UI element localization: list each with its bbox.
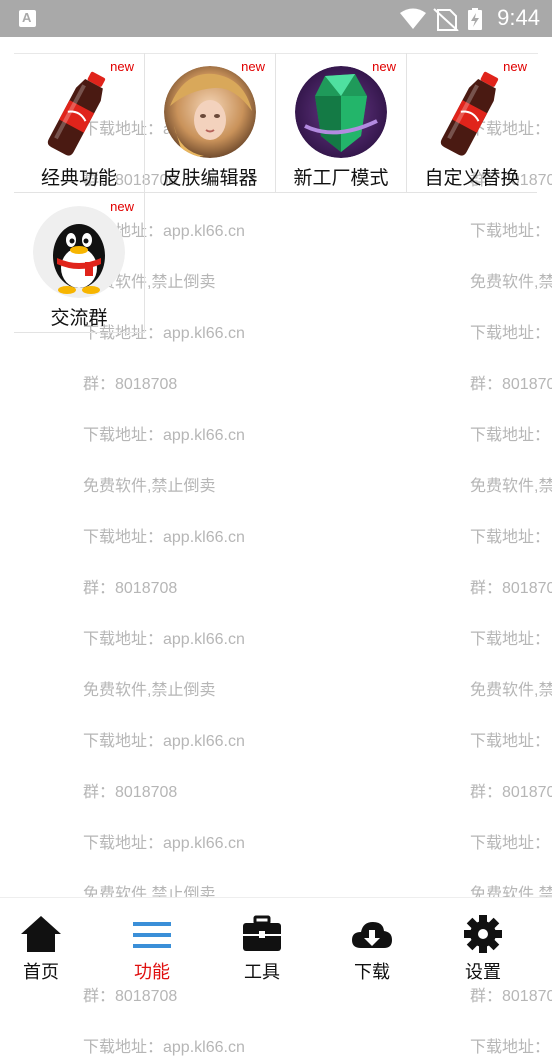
feature-label: 自定义替换 (424, 167, 520, 189)
menu-lines-icon (133, 922, 171, 948)
bottom-tab-bar: 首页 功能 工具 下载 设置 (0, 897, 552, 983)
watermark-text: 下载地址： (470, 835, 551, 852)
watermark-text: 下载地址： (470, 325, 551, 342)
watermark-text: 群：801870 (470, 784, 552, 801)
new-badge: new (503, 59, 527, 74)
watermark-text: 下载地址： (470, 529, 551, 546)
feature-label: 新工厂模式 (293, 167, 389, 189)
status-bar: 9:44 (0, 0, 552, 37)
toolbox-icon (243, 915, 281, 951)
watermark-text: 群：8018708 (83, 580, 178, 597)
tab-features[interactable]: 功能 (97, 898, 207, 983)
app-launcher-icon (19, 10, 36, 27)
watermark-text: 群：8018708 (83, 988, 178, 1005)
system-status-icons (400, 8, 482, 31)
watermark-text: 下载地址： (470, 427, 551, 444)
cloud-download-icon (352, 922, 392, 948)
feature-chat-group[interactable]: new 交流群 (14, 193, 145, 333)
watermark-text: 群：801870 (470, 988, 552, 1005)
cola-bottle-icon (426, 66, 518, 158)
feature-custom-replace[interactable]: new 自定义替换 (407, 53, 537, 193)
watermark-text: 下载地址：app.kl66.cn (83, 529, 245, 546)
watermark-text: 下载地址： (470, 733, 551, 750)
tab-label: 设置 (465, 962, 501, 983)
green-crystal-icon (295, 66, 387, 158)
watermark-text: 下载地址： (470, 631, 551, 648)
tab-home[interactable]: 首页 (0, 898, 96, 983)
watermark-text: 下载地址：app.kl66.cn (83, 733, 245, 750)
hero-portrait-icon (164, 66, 256, 158)
watermark-text: 群：8018708 (83, 784, 178, 801)
new-badge: new (241, 59, 265, 74)
watermark-text: 下载地址：app.kl66.cn (83, 631, 245, 648)
home-icon (21, 916, 61, 952)
watermark-text: 群：801870 (470, 580, 552, 597)
watermark-text: 下载地址：app.kl66.cn (83, 1039, 245, 1056)
feature-label: 经典功能 (40, 167, 117, 189)
cola-bottle-icon (33, 66, 125, 158)
watermark-text: 下载地址： (470, 223, 551, 240)
tab-label: 下载 (354, 962, 390, 983)
gear-icon (464, 915, 502, 953)
tab-tools[interactable]: 工具 (207, 898, 317, 983)
new-badge: new (110, 199, 134, 214)
wifi-icon (400, 8, 426, 29)
feature-label: 皮肤编辑器 (162, 167, 258, 189)
watermark-text: 免费软件,禁止倒卖 (83, 682, 216, 699)
new-badge: new (110, 59, 134, 74)
watermark-text: 免费软件,禁止倒卖 (83, 478, 216, 495)
tab-label: 工具 (244, 962, 280, 983)
feature-label: 交流群 (50, 307, 108, 329)
tab-label: 首页 (23, 962, 59, 983)
clock: 9:44 (497, 5, 540, 30)
new-badge: new (372, 59, 396, 74)
battery-charging-icon (468, 8, 482, 30)
tab-label: 功能 (134, 962, 170, 983)
no-sim-icon (433, 8, 459, 31)
watermark-text: 下载地址： (470, 1039, 551, 1056)
watermark-text: 免费软件,禁 (470, 274, 552, 291)
watermark-text: 群：801870 (470, 376, 552, 393)
tab-settings[interactable]: 设置 (428, 898, 538, 983)
tab-download[interactable]: 下载 (317, 898, 427, 983)
watermark-text: 群：8018708 (83, 376, 178, 393)
qq-penguin-icon (33, 206, 125, 298)
watermark-text: 下载地址：app.kl66.cn (83, 427, 245, 444)
feature-classic[interactable]: new 经典功能 (14, 53, 145, 193)
watermark-text: 免费软件,禁 (470, 478, 552, 495)
watermark-text: 下载地址：app.kl66.cn (83, 835, 245, 852)
feature-new-factory[interactable]: new 新工厂模式 (276, 53, 407, 193)
feature-skin-editor[interactable]: new 皮肤编辑器 (145, 53, 276, 193)
watermark-text: 免费软件,禁 (470, 682, 552, 699)
